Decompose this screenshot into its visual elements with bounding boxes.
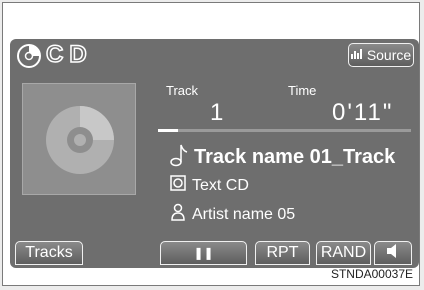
repeat-button-label: RPT xyxy=(266,244,299,261)
source-icon xyxy=(350,47,365,63)
progress-fill xyxy=(158,129,179,132)
pause-button[interactable]: ❚❚ xyxy=(160,241,247,265)
cd-text-icon xyxy=(170,175,186,196)
track-header: Track xyxy=(166,83,199,98)
random-button-label: RAND xyxy=(320,244,367,261)
disc-art-icon xyxy=(44,104,116,181)
artist-name: Artist name 05 xyxy=(192,205,296,223)
time-header: Time xyxy=(288,83,317,98)
album-art xyxy=(22,83,136,195)
time-value: 0'11" xyxy=(332,99,394,126)
source-name: CD xyxy=(45,40,93,69)
disc-text-row: Text CD xyxy=(170,175,249,196)
pause-icon: ❚❚ xyxy=(193,246,214,260)
progress-bar[interactable] xyxy=(158,129,411,132)
figure-code: STNDA00037E xyxy=(330,267,413,281)
disc-icon xyxy=(16,43,42,74)
disc-text: Text CD xyxy=(192,176,249,194)
track-number: 1 xyxy=(210,99,224,126)
sound-button[interactable] xyxy=(374,241,412,265)
source-button-label: Source xyxy=(366,47,412,63)
random-button[interactable]: RAND xyxy=(316,241,371,265)
artist-icon xyxy=(170,203,186,226)
music-note-icon xyxy=(170,143,188,172)
repeat-button[interactable]: RPT xyxy=(255,241,310,265)
audio-screen: CD Source Track 1 Time 0'11" Track name … xyxy=(10,39,419,268)
source-button[interactable]: Source xyxy=(348,43,414,67)
tracks-button-label: Tracks xyxy=(25,244,73,261)
track-name-row: Track name 01_Track xyxy=(170,143,395,172)
speaker-icon xyxy=(385,243,401,264)
artist-row: Artist name 05 xyxy=(170,203,295,226)
figure-frame: CD Source Track 1 Time 0'11" Track name … xyxy=(2,2,420,286)
track-name: Track name 01_Track xyxy=(194,146,396,168)
tracks-button[interactable]: Tracks xyxy=(15,241,83,265)
